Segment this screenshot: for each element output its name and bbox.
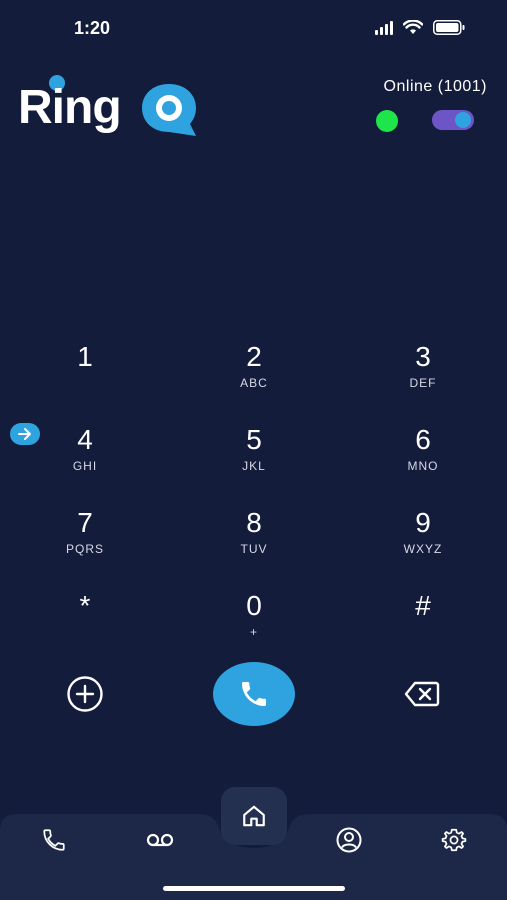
dial-key-digit: 4 [77, 424, 93, 455]
phone-icon [242, 682, 266, 706]
dial-key-letters: ABC [240, 376, 268, 390]
dial-key-letters: PQRS [65, 542, 104, 556]
nav-account-button[interactable] [336, 827, 362, 853]
dialer-actions [0, 662, 507, 726]
dial-key-letters: + [249, 625, 258, 639]
voicemail-icon [146, 833, 174, 847]
dial-key-digit: 8 [246, 507, 262, 538]
dial-key-letters: GHI [72, 459, 98, 473]
nav-voicemail-button[interactable] [145, 827, 175, 853]
dial-key-4[interactable]: 4 GHI [25, 423, 145, 493]
dial-key-digit: 6 [415, 424, 431, 455]
signal-icon [375, 20, 393, 35]
dial-key-digit: 1 [77, 341, 93, 372]
nav-settings-button[interactable] [441, 827, 467, 853]
home-indicator [163, 886, 345, 891]
dial-key-digit: * [79, 590, 91, 621]
dial-key-digit: 9 [415, 507, 431, 538]
plus-circle-icon [67, 676, 103, 712]
dial-key-letters: WXYZ [403, 542, 443, 556]
dial-key-letters: DEF [409, 376, 437, 390]
toggle-knob [455, 112, 471, 128]
dial-key-6[interactable]: 6 MNO [363, 423, 483, 493]
nav-home-button[interactable] [221, 787, 287, 845]
dial-key-5[interactable]: 5 JKL [194, 423, 314, 493]
dial-key-digit: 2 [246, 341, 262, 372]
dial-key-8[interactable]: 8 TUV [194, 506, 314, 576]
dial-key-letters: TUV [240, 542, 268, 556]
presence-toggle[interactable] [432, 110, 474, 130]
dial-key-7[interactable]: 7 PQRS [25, 506, 145, 576]
nav-calls-button[interactable] [41, 827, 67, 853]
dial-key-digit: # [415, 590, 431, 621]
dial-key-star[interactable]: * [25, 589, 145, 659]
presence-status-dot [376, 110, 398, 132]
status-time: 1:20 [74, 18, 111, 38]
phone-icon [43, 829, 65, 851]
home-icon [243, 805, 265, 827]
account-icon [336, 827, 362, 853]
dial-key-2[interactable]: 2 ABC [194, 340, 314, 410]
wifi-icon [403, 20, 423, 34]
call-button[interactable] [213, 662, 295, 726]
dial-key-digit: 5 [246, 424, 262, 455]
dial-key-digit: 0 [246, 590, 262, 621]
dial-key-digit: 3 [415, 341, 431, 372]
dial-key-0[interactable]: 0 + [194, 589, 314, 659]
backspace-icon [404, 681, 440, 707]
backspace-button[interactable] [404, 680, 440, 708]
dial-key-digit: 7 [77, 507, 93, 538]
gear-icon [441, 828, 467, 852]
presence-label: Online (1001) [383, 78, 487, 95]
dial-key-9[interactable]: 9 WXYZ [363, 506, 483, 576]
battery-icon [433, 20, 465, 35]
dial-key-letters: MNO [407, 459, 439, 473]
dial-key-3[interactable]: 3 DEF [363, 340, 483, 410]
status-icons [375, 20, 465, 35]
ringq-logo: Ring [18, 74, 208, 144]
dial-key-letters: JKL [242, 459, 266, 473]
logo-bubble-icon [142, 84, 196, 136]
add-call-button[interactable] [66, 675, 104, 713]
dial-key-hash[interactable]: # [363, 589, 483, 659]
dial-key-1[interactable]: 1 [25, 340, 145, 410]
status-bar: 1:20 [0, 0, 507, 56]
logo-text: Ring [18, 81, 122, 134]
